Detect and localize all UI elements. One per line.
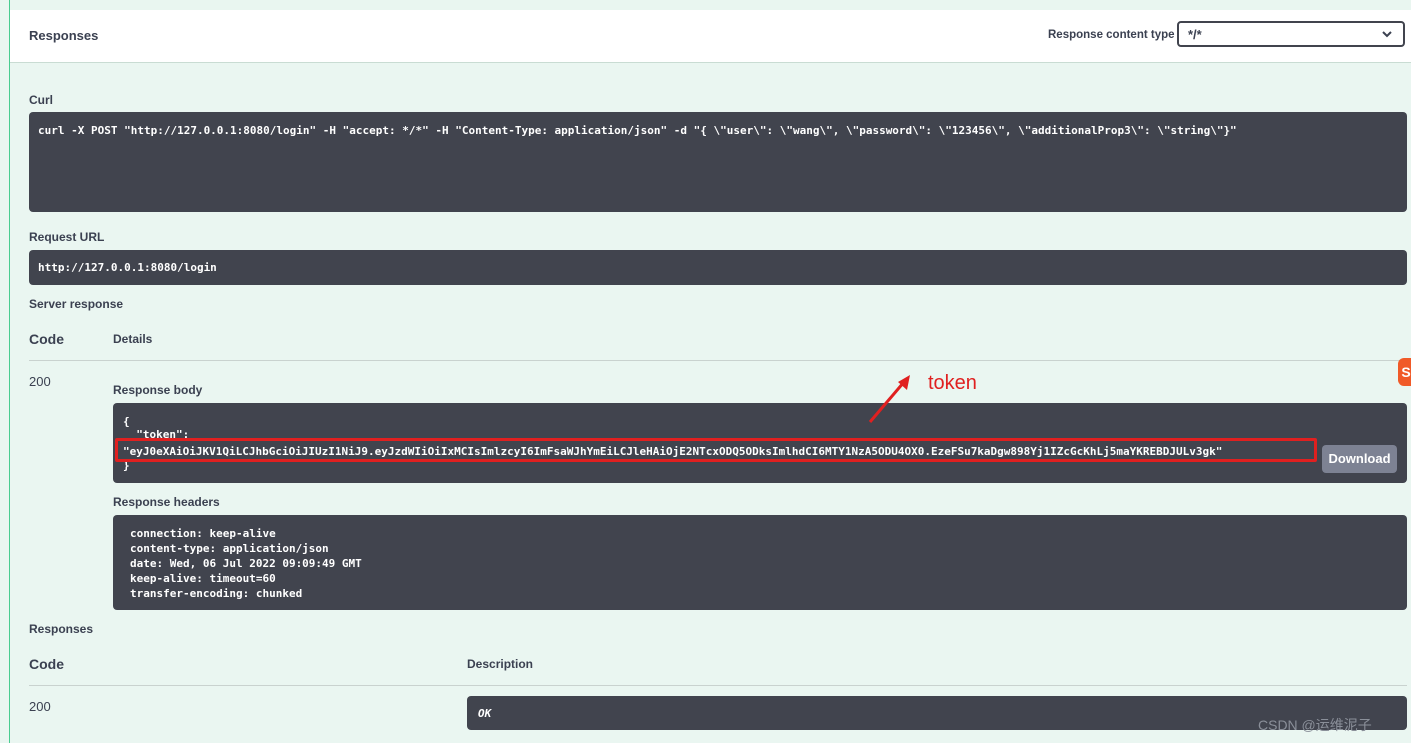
responses-title: Responses <box>29 28 99 43</box>
operation-left-border <box>9 0 10 743</box>
response-headers-block[interactable]: connection: keep-alive content-type: app… <box>113 515 1407 610</box>
header-line: keep-alive: timeout=60 <box>130 572 276 585</box>
divider <box>29 685 1407 686</box>
side-badge-icon[interactable]: S <box>1398 358 1411 386</box>
responses-col-description: Description <box>467 657 534 671</box>
top-strip <box>10 0 1411 10</box>
responses-label: Responses <box>29 622 94 636</box>
download-button[interactable]: Download <box>1322 445 1397 473</box>
responses-row-description: OK <box>478 707 492 720</box>
content-type-value: */* <box>1188 27 1202 42</box>
request-url-block[interactable]: http://127.0.0.1:8080/login <box>29 250 1407 285</box>
header-line: connection: keep-alive <box>130 527 276 540</box>
server-col-details: Details <box>113 332 153 346</box>
header-line: transfer-encoding: chunked <box>130 587 303 600</box>
response-body-label: Response body <box>113 383 203 397</box>
watermark: CSDN @运维泥子 <box>1258 717 1372 733</box>
header-line: date: Wed, 06 Jul 2022 09:09:49 GMT <box>130 557 362 570</box>
responses-row-code: 200 <box>29 699 51 714</box>
content-type-select[interactable]: */* <box>1177 21 1405 47</box>
token-highlight-box <box>115 438 1317 462</box>
header-line: content-type: application/json <box>130 542 329 555</box>
content-type-label: Response content type <box>1048 29 1175 41</box>
server-col-code: Code <box>29 331 64 347</box>
responses-header: Responses Response content type */* <box>10 10 1411 63</box>
response-headers-label: Response headers <box>113 495 220 509</box>
divider <box>29 360 1407 361</box>
responses-col-code: Code <box>29 656 64 672</box>
chevron-down-icon <box>1381 25 1393 46</box>
response-code: 200 <box>29 374 51 389</box>
request-url-label: Request URL <box>29 230 105 244</box>
curl-block[interactable]: curl -X POST "http://127.0.0.1:8080/logi… <box>29 112 1407 212</box>
request-url-value: http://127.0.0.1:8080/login <box>38 261 217 274</box>
server-response-label: Server response <box>29 297 124 311</box>
annotation-token-label: token <box>928 372 977 394</box>
response-body-line: { <box>123 415 130 428</box>
annotation-arrow-icon <box>868 375 910 423</box>
curl-command: curl -X POST "http://127.0.0.1:8080/logi… <box>38 124 1237 137</box>
curl-label: Curl <box>29 93 53 107</box>
